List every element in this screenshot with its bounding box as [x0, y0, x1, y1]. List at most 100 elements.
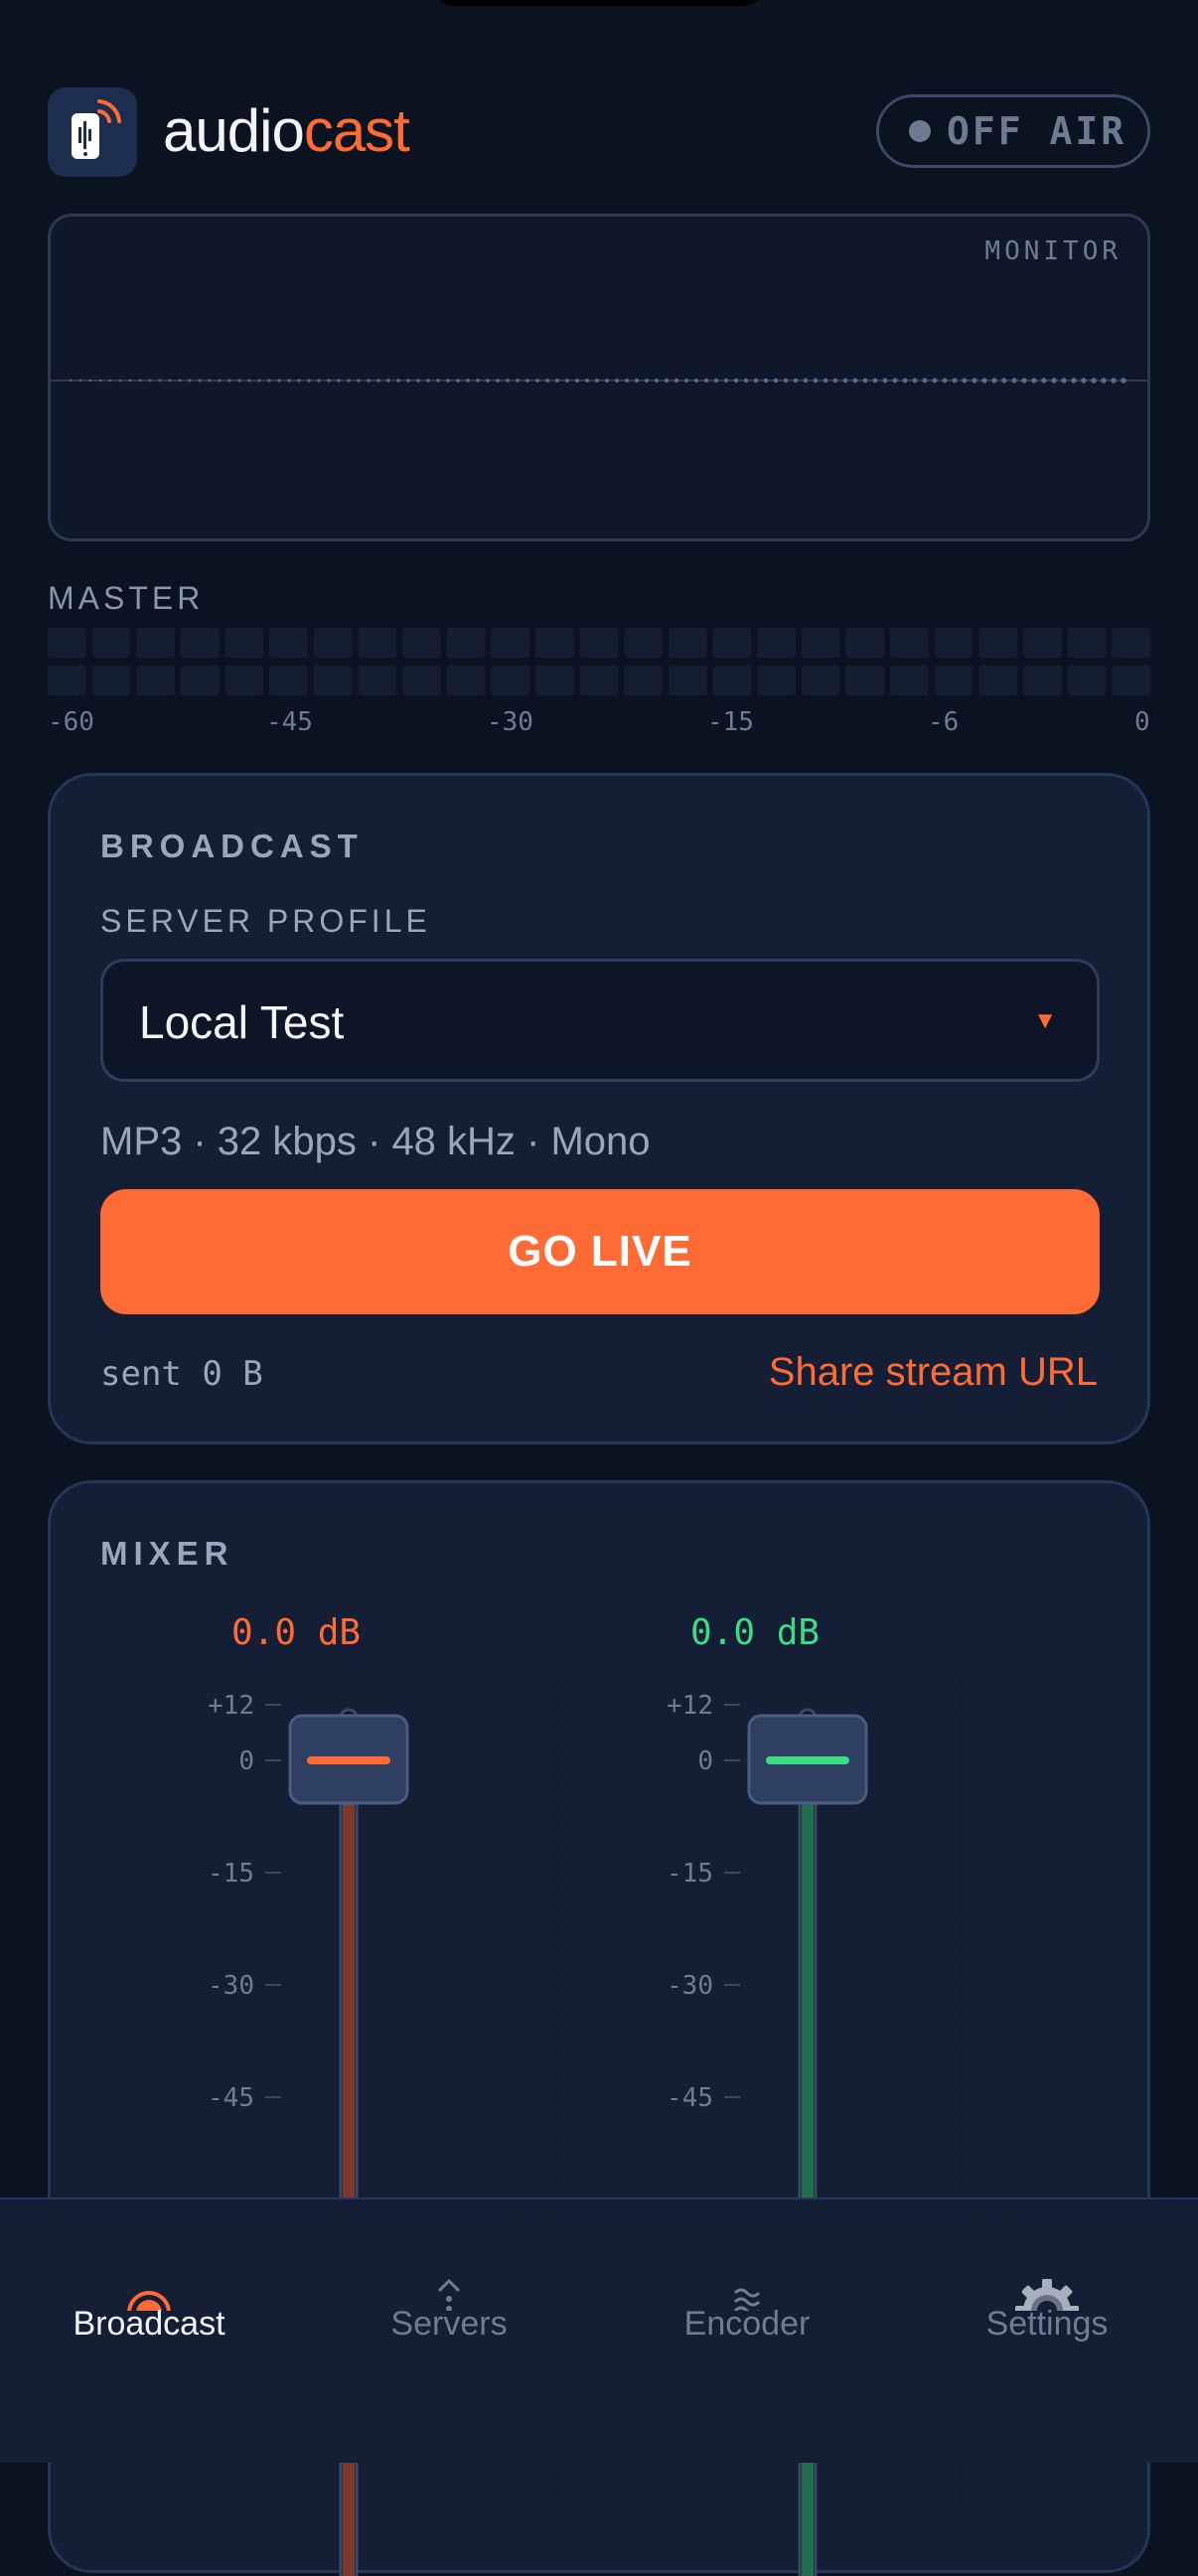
tab-label: Encoder — [683, 2305, 811, 2343]
master-meter-segment — [757, 628, 796, 658]
master-meter-segment — [1112, 628, 1150, 658]
monitor-waveform-panel: MONITOR — [48, 214, 1150, 541]
tab-broadcast[interactable]: Broadcast — [0, 2199, 298, 2398]
broadcast-title: BROADCAST — [100, 828, 364, 864]
master-meter-segment — [668, 628, 707, 658]
fader-scale-tick: -30 — [667, 1971, 713, 2001]
master-scale-tick: -6 — [928, 707, 960, 737]
record-icon — [127, 2291, 171, 2311]
master-meter-segment — [1112, 666, 1150, 695]
bytes-sent-counter: sent 0 B — [100, 1354, 263, 1394]
master-meter-segment — [978, 666, 1018, 695]
master-meter-segment — [1023, 666, 1062, 695]
tab-servers[interactable]: Servers — [300, 2199, 598, 2398]
master-level-meter — [48, 628, 1150, 695]
master-scale-tick: -15 — [707, 707, 754, 737]
status-label: OFF AIR — [947, 109, 1127, 153]
master-meter-segment — [757, 666, 796, 695]
server-profile-value: Local Test — [139, 996, 345, 1048]
app-header: audiocast OFF AIR — [48, 87, 1150, 177]
master-label: MASTER — [48, 580, 205, 616]
monitor-label: MONITOR — [984, 236, 1122, 266]
master-meter-segment — [446, 628, 486, 658]
broadcast-card: BROADCAST SERVER PROFILE Local Test ▼ MP… — [48, 773, 1150, 1444]
fader-knob[interactable] — [288, 1714, 409, 1805]
channel-gain-label: 0.0 dB — [231, 1612, 361, 1653]
brand-audio: audio — [163, 97, 305, 164]
master-meter-segment — [624, 666, 663, 695]
master-meter-segment — [402, 666, 441, 695]
tab-label: Broadcast — [73, 2305, 225, 2343]
master-meter-segment — [801, 628, 840, 658]
master-meter-segment — [801, 666, 840, 695]
master-meter-segment — [48, 666, 86, 695]
master-meter-segment — [1023, 628, 1062, 658]
waves-icon — [733, 2288, 761, 2311]
fader-scale-tick: +12 — [667, 1691, 713, 1721]
master-scale: -60 -45 -30 -15 -6 0 — [48, 707, 1150, 741]
fader-scale-tick: -45 — [667, 2083, 713, 2113]
master-meter-segment — [358, 666, 397, 695]
fader-scale-tick: -45 — [208, 2083, 254, 2113]
master-meter-segment — [225, 666, 264, 695]
master-meter-segment — [136, 666, 175, 695]
master-meter-segment — [624, 628, 663, 658]
master-meter-segment — [358, 628, 397, 658]
master-meter-segment — [712, 666, 752, 695]
master-scale-tick: -30 — [487, 707, 533, 737]
master-meter-segment — [579, 628, 619, 658]
fader-knob[interactable] — [747, 1714, 868, 1805]
app-logo — [48, 87, 137, 177]
master-meter-segment — [535, 628, 574, 658]
encoder-specs: MP3 · 32 kbps · 48 kHz · Mono — [100, 1120, 651, 1163]
fader-scale-tick: -15 — [667, 1859, 713, 1889]
fader-scale-tick: 0 — [697, 1746, 713, 1776]
tab-label: Servers — [390, 2305, 508, 2343]
master-meter-segment — [269, 628, 308, 658]
master-meter-segment — [91, 666, 131, 695]
master-meter-segment — [890, 628, 929, 658]
master-meter-segment — [491, 628, 530, 658]
server-profile-label: SERVER PROFILE — [100, 903, 431, 939]
master-meter-segment — [313, 666, 353, 695]
master-meter-segment — [890, 666, 929, 695]
master-meter-segment — [91, 628, 131, 658]
fader-scale-tick: -30 — [208, 1971, 254, 2001]
upload-icon — [437, 2278, 461, 2311]
master-scale-tick: -60 — [48, 707, 94, 737]
broadcast-phone-icon — [72, 99, 121, 159]
master-meter-segment — [535, 666, 574, 695]
app-brand: audiocast — [163, 95, 410, 167]
master-meter-segment — [180, 666, 220, 695]
master-meter-segment — [845, 628, 885, 658]
on-air-status-badge: OFF AIR — [876, 94, 1150, 168]
share-stream-url-link[interactable]: Share stream URL — [769, 1350, 1098, 1395]
master-meter-segment — [668, 666, 707, 695]
master-meter-segment — [446, 666, 486, 695]
tab-label: Settings — [985, 2305, 1109, 2343]
master-meter-segment — [978, 628, 1018, 658]
brand-cast: cast — [303, 97, 410, 164]
master-meter-segment — [934, 628, 973, 658]
master-meter-segment — [845, 666, 885, 695]
fader-scale-tick: -15 — [208, 1859, 254, 1889]
gear-icon — [1015, 2279, 1079, 2311]
master-scale-tick: 0 — [1134, 707, 1150, 737]
master-meter-segment — [48, 628, 86, 658]
master-meter-segment — [269, 666, 308, 695]
master-meter-segment — [136, 628, 175, 658]
master-meter-segment — [934, 666, 973, 695]
tab-settings[interactable]: Settings — [898, 2199, 1196, 2398]
tab-encoder[interactable]: Encoder — [598, 2199, 896, 2398]
master-meter-segment — [180, 628, 220, 658]
master-meter-segment — [491, 666, 530, 695]
device-notch — [427, 0, 771, 6]
master-meter-segment — [579, 666, 619, 695]
bottom-tab-bar: Broadcast Servers Encoder Settings — [0, 2197, 1198, 2463]
server-profile-select[interactable]: Local Test ▼ — [100, 959, 1100, 1082]
caret-down-icon: ▼ — [1033, 1007, 1057, 1034]
fader-scale-tick: 0 — [238, 1746, 254, 1776]
go-live-button[interactable]: GO LIVE — [100, 1189, 1100, 1314]
master-scale-tick: -45 — [266, 707, 313, 737]
master-meter-segment — [712, 628, 752, 658]
